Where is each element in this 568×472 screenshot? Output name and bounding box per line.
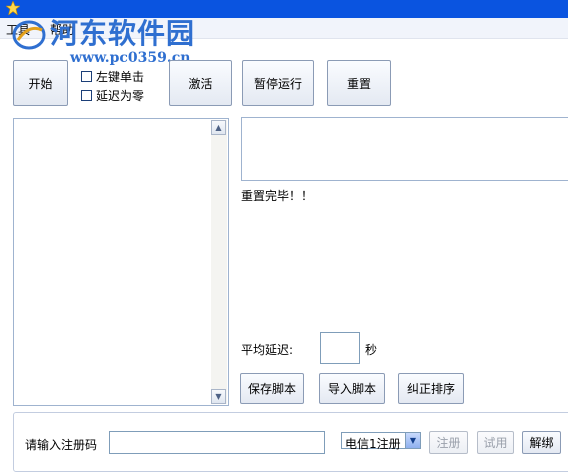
left-click-checkbox-box[interactable] — [81, 71, 92, 82]
seconds-unit-label: 秒 — [365, 343, 378, 357]
reset-button[interactable]: 重置 — [327, 60, 391, 106]
pause-button[interactable]: 暂停运行 — [242, 60, 314, 106]
save-script-button[interactable]: 保存脚本 — [240, 373, 304, 404]
app-star-icon — [6, 1, 20, 15]
carrier-select-value: 电信1注册 — [345, 437, 401, 451]
average-delay-label: 平均延迟: — [241, 343, 294, 357]
start-button[interactable]: 开始 — [13, 60, 68, 106]
output-textbox[interactable] — [241, 117, 568, 181]
activate-button[interactable]: 激活 — [169, 60, 232, 106]
unbind-button[interactable]: 解绑 — [522, 431, 561, 454]
delay-zero-checkbox-box[interactable] — [81, 90, 92, 101]
trial-button[interactable]: 试用 — [477, 431, 514, 454]
left-click-checkbox-label: 左键单击 — [96, 70, 145, 84]
import-script-button[interactable]: 导入脚本 — [319, 373, 385, 404]
status-text: 重置完毕！！ — [241, 189, 314, 203]
register-code-label: 请输入注册码 — [25, 438, 98, 452]
fix-order-button[interactable]: 纠正排序 — [398, 373, 464, 404]
register-button[interactable]: 注册 — [429, 431, 468, 454]
watermark-name: 河东软件园 — [50, 17, 196, 50]
scroll-up-button[interactable]: ▲ — [211, 120, 226, 135]
delay-zero-checkbox-label: 延迟为零 — [96, 89, 145, 103]
script-list[interactable]: ▲ ▼ — [13, 118, 229, 406]
scroll-down-button[interactable]: ▼ — [211, 389, 226, 404]
carrier-select[interactable]: 电信1注册 ▼ — [341, 432, 421, 451]
chevron-down-icon[interactable]: ▼ — [405, 433, 420, 448]
left-click-checkbox[interactable]: 左键单击 — [81, 68, 144, 85]
watermark-logo-icon — [12, 20, 46, 50]
register-code-input[interactable] — [109, 431, 325, 454]
average-delay-input[interactable] — [320, 332, 360, 364]
script-list-scrollbar[interactable]: ▲ ▼ — [211, 120, 227, 404]
delay-zero-checkbox[interactable]: 延迟为零 — [81, 87, 144, 104]
